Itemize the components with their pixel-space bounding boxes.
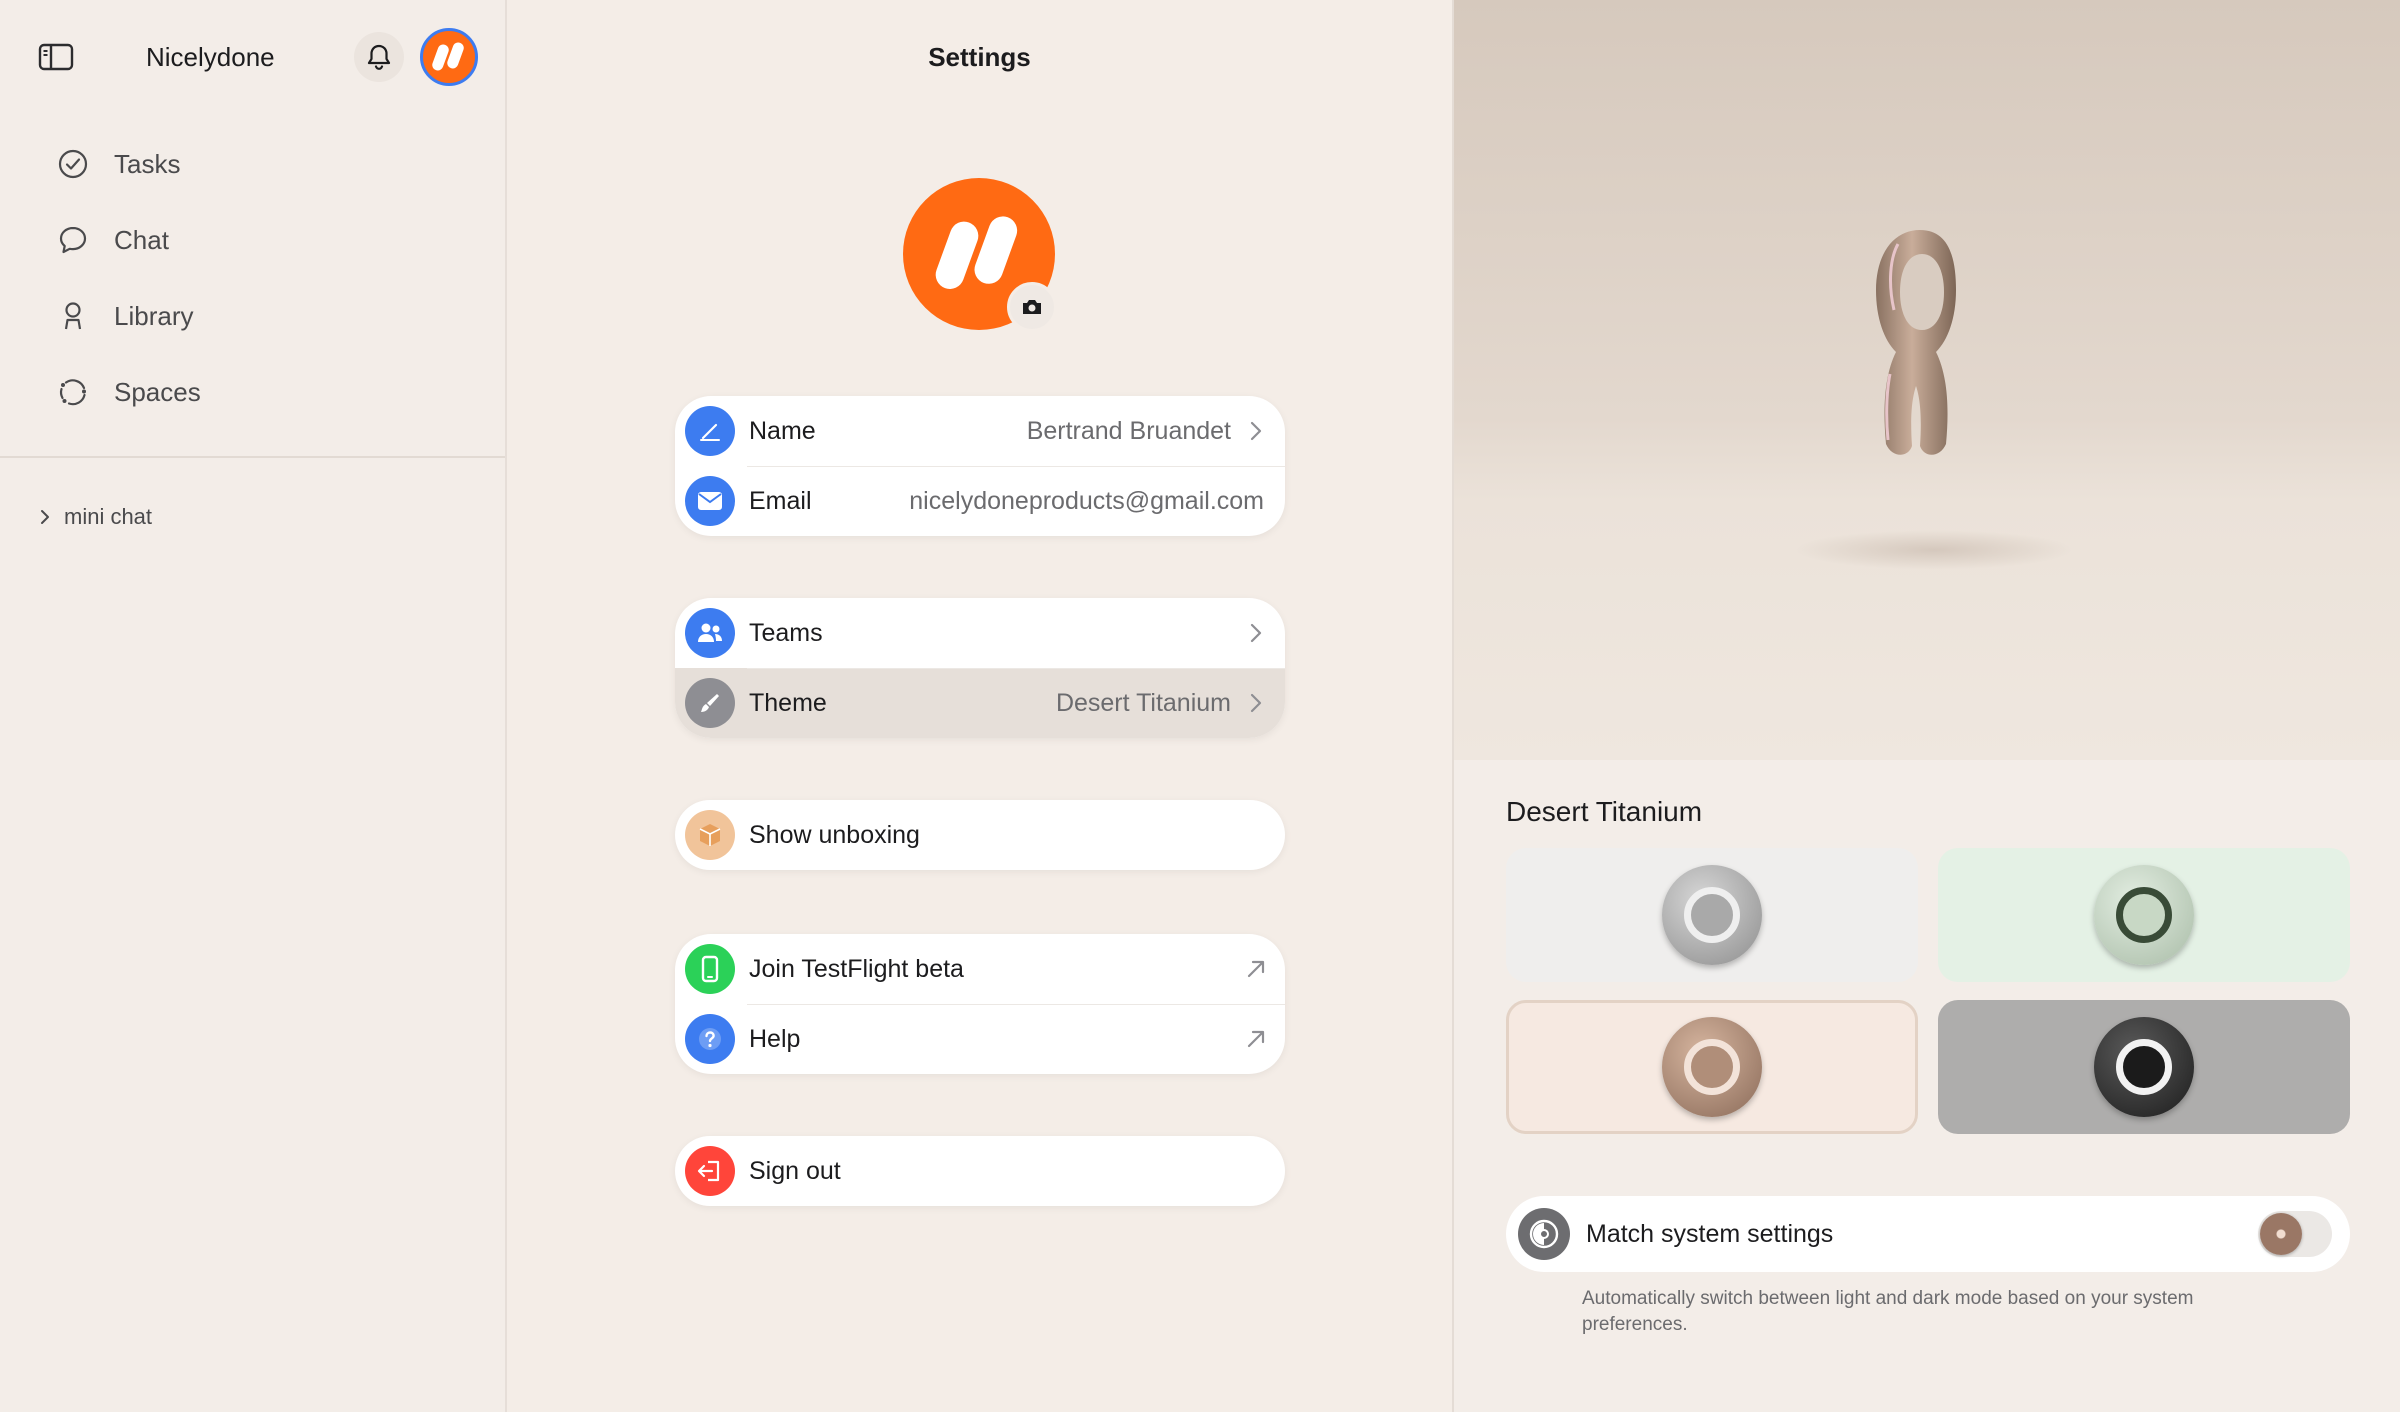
sidebar-item-label: Library (114, 300, 194, 331)
name-row[interactable]: Name Bertrand Bruandet (675, 396, 1285, 466)
match-system-row[interactable]: Match system settings (1506, 1196, 2350, 1272)
app-name: Nicelydone (146, 42, 275, 72)
settings-panel: Settings Name Bertrand Bruandet Email ni… (507, 0, 1452, 1412)
silver-swatch (1662, 865, 1762, 965)
theme-row[interactable]: Theme Desert Titanium (675, 668, 1285, 738)
testflight-row[interactable]: Join TestFlight beta (675, 934, 1285, 1004)
toggle-thumb (2260, 1213, 2302, 1255)
external-link-icon (1245, 1028, 1267, 1050)
bell-icon (367, 44, 391, 70)
email-row[interactable]: Email nicelydoneproducts@gmail.com (675, 466, 1285, 536)
avatar[interactable] (420, 28, 478, 86)
name-value: Bertrand Bruandet (1026, 416, 1231, 445)
match-system-toggle[interactable] (2258, 1211, 2332, 1257)
brand-logo-icon (432, 42, 464, 71)
sidebar-item-library[interactable]: Library (0, 278, 505, 354)
chat-bubble-icon (56, 223, 90, 257)
sidebar: Nicelydone Tasks Chat Library Spaces min… (0, 0, 507, 1412)
show-unboxing-label: Show unboxing (749, 820, 920, 849)
sign-out-label: Sign out (749, 1156, 841, 1185)
sidebar-header: Nicelydone (0, 0, 505, 116)
theme-option-desert[interactable] (1506, 1000, 1918, 1134)
compass-icon (1518, 1208, 1570, 1260)
chevron-right-icon (1245, 420, 1267, 442)
teams-label: Teams (749, 618, 823, 647)
sidebar-item-label: Tasks (114, 148, 181, 179)
black-swatch (2094, 1017, 2194, 1117)
sidebar-item-chat[interactable]: Chat (0, 202, 505, 278)
unboxing-group: Show unboxing (675, 800, 1285, 870)
sidebar-item-spaces[interactable]: Spaces (0, 354, 505, 430)
preferences-group: Teams Theme Desert Titanium (675, 598, 1285, 738)
email-value: nicelydoneproducts@gmail.com (909, 486, 1264, 515)
theme-preview (1454, 0, 2400, 760)
phone-icon (685, 944, 735, 994)
external-link-icon (1245, 958, 1267, 980)
help-row[interactable]: Help (675, 1004, 1285, 1074)
chevron-right-icon (41, 510, 49, 524)
theme-option-silver[interactable] (1506, 848, 1918, 982)
preview-shadow (1794, 530, 2074, 570)
person-icon (56, 299, 90, 333)
mini-chat-toggle[interactable]: mini chat (36, 504, 152, 530)
signout-group: Sign out (675, 1136, 1285, 1206)
theme-value: Desert Titanium (1055, 688, 1231, 717)
camera-icon (1023, 300, 1041, 314)
theme-option-green[interactable] (1938, 848, 2350, 982)
match-system-label: Match system settings (1586, 1219, 1834, 1248)
sidebar-toggle-icon[interactable] (38, 42, 74, 72)
sidebar-item-label: Chat (114, 224, 169, 255)
sidebar-item-label: Spaces (114, 376, 201, 407)
people-icon (685, 608, 735, 658)
profile-group: Name Bertrand Bruandet Email nicelydonep… (675, 396, 1285, 536)
spaces-icon (56, 375, 90, 409)
notifications-button[interactable] (354, 32, 404, 82)
green-swatch (2094, 865, 2194, 965)
sign-out-icon (685, 1146, 735, 1196)
help-label: Help (749, 1024, 801, 1053)
selected-theme-name: Desert Titanium (1506, 796, 1703, 827)
sidebar-divider (0, 456, 505, 458)
desert-swatch (1662, 1017, 1762, 1117)
titanium-sculpture-image (1876, 230, 1956, 455)
check-circle-icon (56, 147, 90, 181)
sidebar-item-tasks[interactable]: Tasks (0, 126, 505, 202)
chevron-right-icon (1245, 692, 1267, 714)
show-unboxing-row[interactable]: Show unboxing (675, 800, 1285, 870)
box-icon (685, 810, 735, 860)
change-photo-button[interactable] (1007, 282, 1057, 332)
sidebar-nav: Tasks Chat Library Spaces (0, 126, 505, 430)
testflight-label: Join TestFlight beta (749, 954, 964, 983)
match-system-description: Automatically switch between light and d… (1582, 1288, 2194, 1335)
question-icon (685, 1014, 735, 1064)
email-label: Email (749, 486, 812, 515)
teams-row[interactable]: Teams (675, 598, 1285, 668)
sign-out-row[interactable]: Sign out (675, 1136, 1285, 1206)
name-label: Name (749, 416, 816, 445)
chevron-right-icon (1245, 622, 1267, 644)
theme-panel: Desert Titanium Match system settings Au… (1452, 0, 2400, 1412)
support-group: Join TestFlight beta Help (675, 934, 1285, 1074)
brand-logo-icon (935, 216, 1018, 289)
envelope-icon (685, 476, 735, 526)
theme-option-black[interactable] (1938, 1000, 2350, 1134)
pencil-icon (685, 406, 735, 456)
theme-label: Theme (749, 688, 827, 717)
paintbrush-icon (685, 678, 735, 728)
page-title: Settings (928, 42, 1031, 72)
mini-chat-label: mini chat (64, 504, 153, 529)
